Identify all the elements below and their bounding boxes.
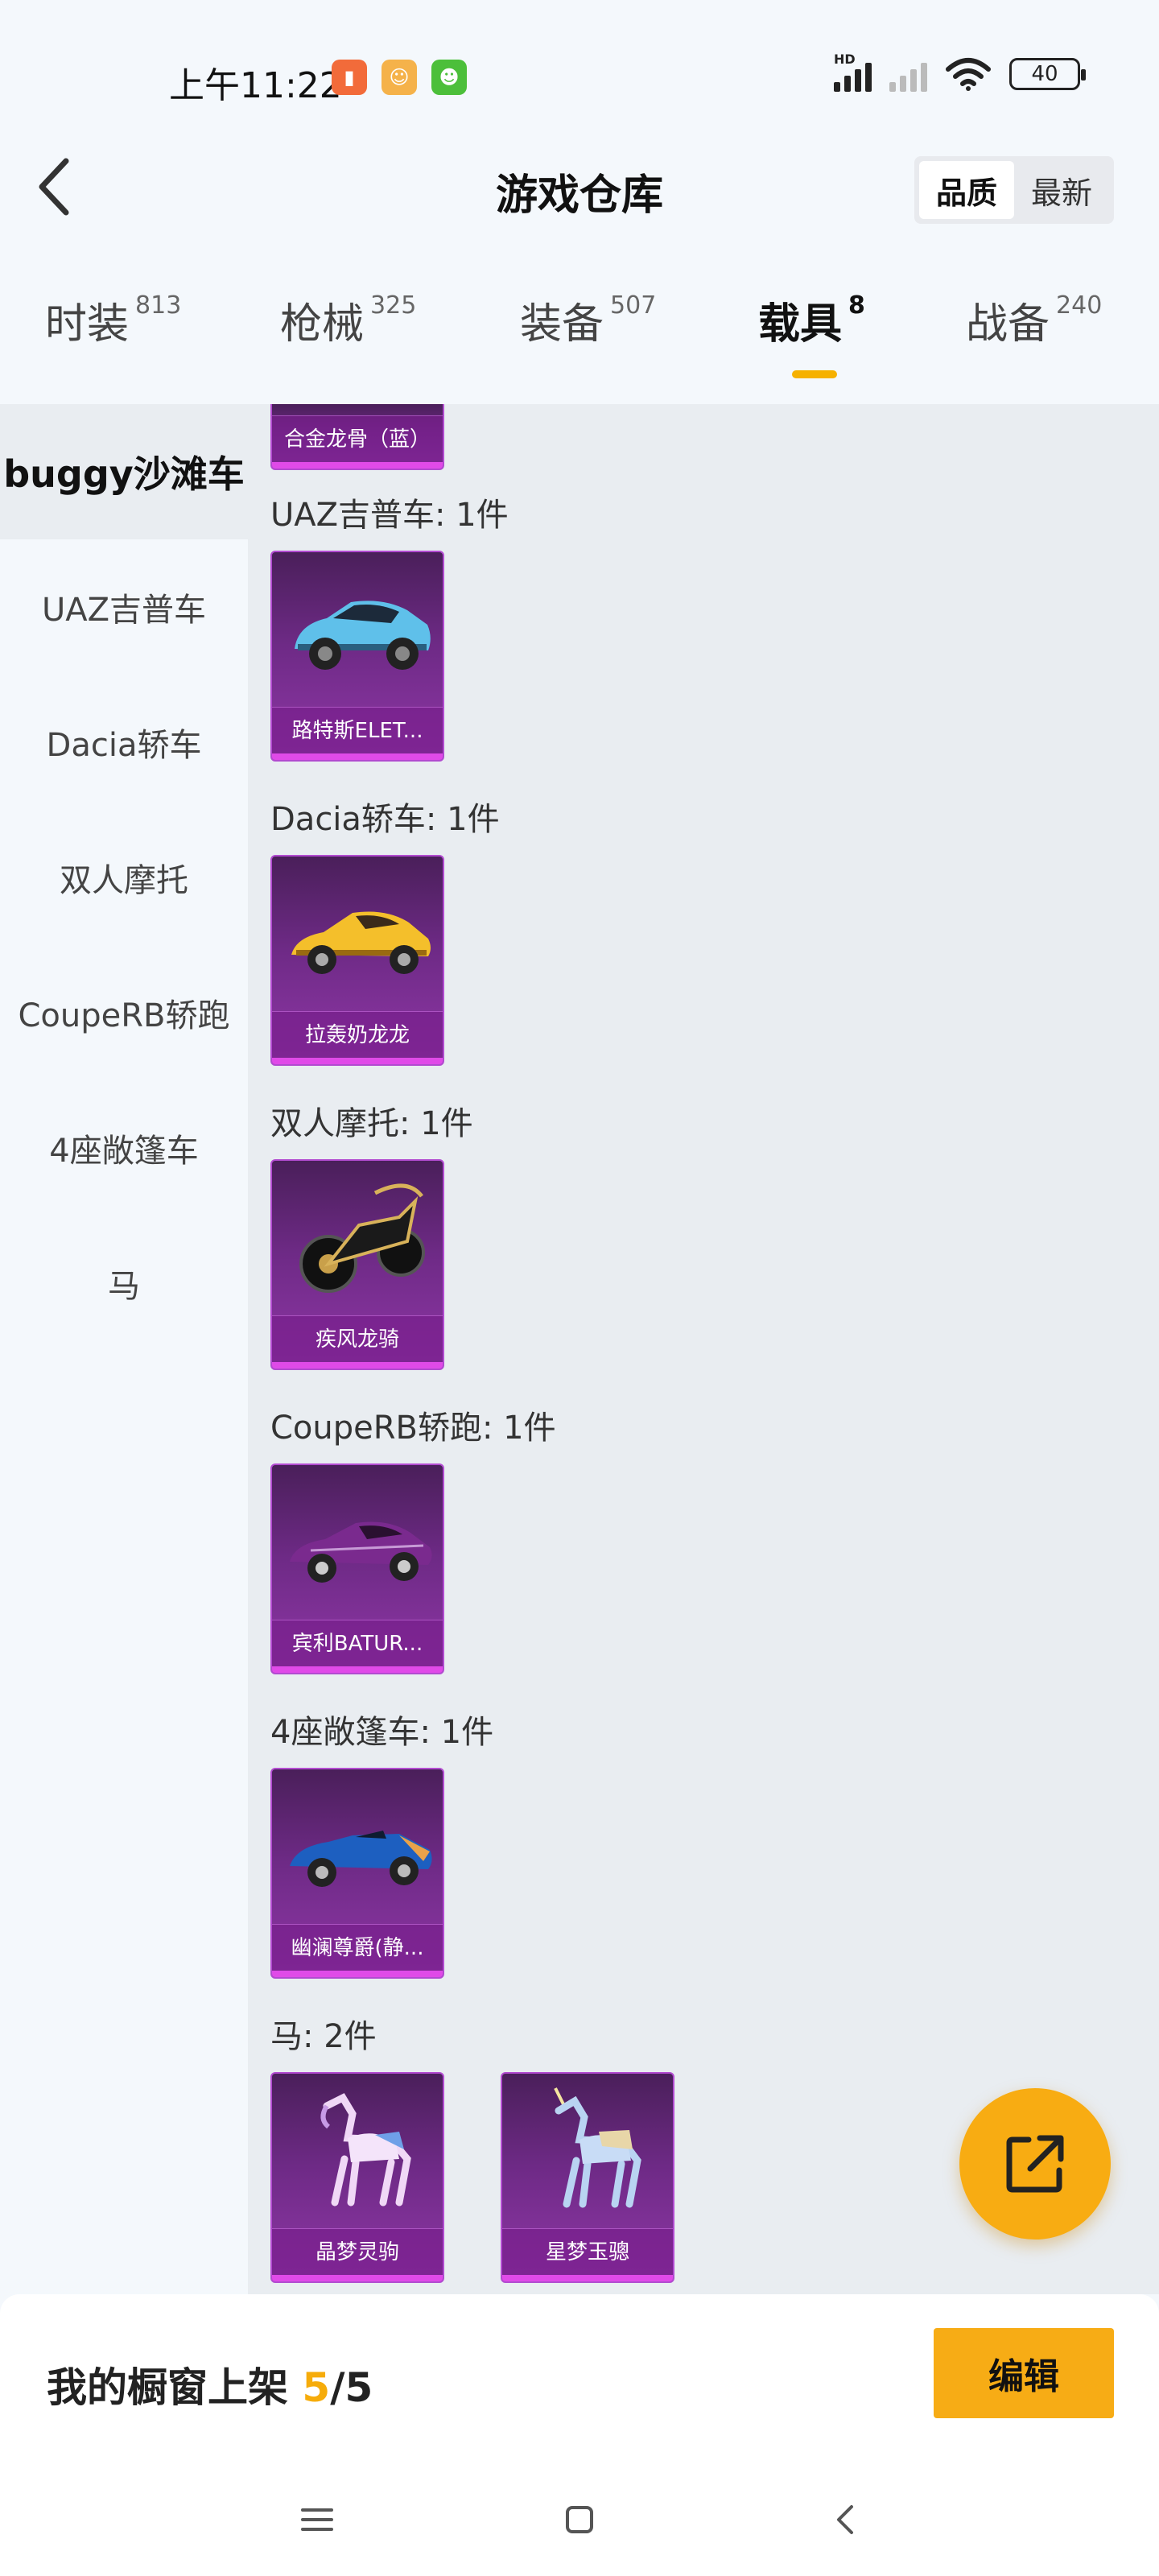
category-tabs: 时装 813 枪械 325 装备 507 载具 8 战备 240 — [0, 290, 1159, 386]
edit-button[interactable]: 编辑 — [934, 2328, 1114, 2418]
group-title: 4座敞篷车: 1件 — [270, 1714, 494, 1751]
showcase-separator: / — [330, 2364, 345, 2411]
showcase-label: 我的橱窗上架 — [47, 2364, 303, 2411]
signal-no-service-icon — [889, 56, 927, 92]
tab-weapons[interactable]: 枪械 325 — [280, 290, 416, 350]
sort-quality-option[interactable]: 品质 — [919, 161, 1014, 219]
showcase-total-count: 5 — [344, 2364, 373, 2411]
sidebar-item-coupe[interactable]: CoupeRB轿跑 — [0, 945, 248, 1080]
vehicle-group-horse: 马: 2件 晶梦灵驹 星梦玉骢 — [270, 2013, 674, 2283]
crystal-horse-icon — [320, 2093, 411, 2207]
vehicle-name: 幽澜尊爵(静... — [272, 1924, 443, 1971]
sort-newest-option[interactable]: 最新 — [1014, 161, 1109, 219]
signal-icon: HD — [834, 52, 872, 92]
tab-count: 507 — [610, 291, 657, 320]
tab-count: 240 — [1056, 291, 1103, 320]
external-link-icon — [1006, 2135, 1064, 2193]
back-nav-button[interactable] — [813, 2487, 877, 2552]
tab-label: 载具 — [758, 300, 843, 349]
group-title: 马: 2件 — [270, 2018, 377, 2055]
status-time: 上午11:22 — [169, 65, 342, 106]
system-nav-bar — [0, 2463, 1159, 2576]
vehicle-card[interactable]: 路特斯ELET... — [270, 551, 444, 762]
vehicle-group-buggy: 合金龙骨（蓝） — [270, 404, 444, 470]
showcase-status: 我的橱窗上架 5/5 — [47, 2355, 373, 2413]
motorcycle-icon — [299, 1183, 425, 1293]
tab-count: 813 — [135, 291, 182, 320]
showcase-current-count: 5 — [302, 2364, 331, 2411]
wifi-icon — [946, 58, 991, 91]
vehicle-name: 宾利BATUR... — [272, 1620, 443, 1666]
android-app-icon: ☻ — [431, 60, 467, 95]
status-indicators: HD 40 — [834, 52, 1086, 92]
hamburger-icon — [301, 2508, 333, 2531]
tab-supplies[interactable]: 战备 240 — [966, 290, 1102, 350]
yellow-sports-car-icon — [291, 911, 431, 974]
sidebar-item-uaz[interactable]: UAZ吉普车 — [0, 539, 248, 675]
vehicle-name: 星梦玉骢 — [502, 2228, 673, 2275]
battery-icon: 40 — [1009, 58, 1086, 90]
vehicle-group-motorbike: 双人摩托: 1件 疾风龙骑 — [270, 1100, 473, 1370]
vehicle-card[interactable]: 合金龙骨（蓝） — [270, 404, 444, 470]
share-button[interactable] — [959, 2088, 1111, 2240]
sort-toggle: 品质 最新 — [914, 156, 1114, 224]
vehicle-name: 合金龙骨（蓝） — [272, 415, 443, 462]
tab-label: 时装 — [45, 300, 130, 349]
vehicle-name: 晶梦灵驹 — [272, 2228, 443, 2275]
vehicle-group-dacia: Dacia轿车: 1件 拉轰奶龙龙 — [270, 795, 500, 1066]
vehicle-group-coupe: CoupeRB轿跑: 1件 宾利BATUR... — [270, 1404, 556, 1674]
sidebar-item-dacia[interactable]: Dacia轿车 — [0, 675, 248, 810]
suv-car-icon — [295, 601, 431, 670]
vehicle-card[interactable]: 拉轰奶龙龙 — [270, 855, 444, 1066]
status-app-icons: ▮ ☺ ☻ — [332, 60, 467, 95]
sidebar-item-motorbike[interactable]: 双人摩托 — [0, 810, 248, 945]
sidebar-item-horse[interactable]: 马 — [0, 1216, 248, 1351]
showcase-bar: 我的橱窗上架 5/5 编辑 — [0, 2294, 1159, 2463]
vehicle-card[interactable]: 晶梦灵驹 — [270, 2072, 444, 2283]
home-nav-button[interactable] — [547, 2487, 612, 2552]
sidebar-item-buggy[interactable]: buggy沙滩车 — [0, 404, 248, 539]
tab-label: 战备 — [966, 300, 1050, 349]
vehicle-list: 合金龙骨（蓝） UAZ吉普车: 1件 路特斯ELET... Dacia轿车: 1… — [248, 404, 1159, 2294]
tab-label: 枪械 — [280, 300, 365, 349]
vehicle-card[interactable]: 疾风龙骑 — [270, 1159, 444, 1370]
battery-level: 40 — [1031, 62, 1058, 86]
vehicle-card[interactable]: 幽澜尊爵(静... — [270, 1768, 444, 1979]
vehicle-group-convertible: 4座敞篷车: 1件 幽澜尊爵(静... — [270, 1708, 493, 1979]
vehicle-name: 拉轰奶龙龙 — [272, 1011, 443, 1058]
vehicle-name: 路特斯ELET... — [272, 707, 443, 753]
mascot-app-icon: ☺ — [382, 60, 417, 95]
coupe-car-icon — [290, 1521, 432, 1583]
sidebar-item-convertible[interactable]: 4座敞篷车 — [0, 1080, 248, 1216]
tab-label: 装备 — [520, 300, 604, 349]
back-triangle-icon — [837, 2505, 853, 2534]
unicorn-horse-icon — [554, 2087, 641, 2208]
group-title: CoupeRB轿跑: 1件 — [270, 1410, 556, 1447]
menu-nav-button[interactable] — [285, 2487, 349, 2552]
group-title: Dacia轿车: 1件 — [270, 801, 500, 838]
tab-count: 325 — [370, 291, 417, 320]
tab-vehicles[interactable]: 载具 8 — [758, 290, 865, 350]
convertible-car-icon — [290, 1831, 432, 1887]
vehicle-card[interactable]: 星梦玉骢 — [501, 2072, 674, 2283]
tab-equipment[interactable]: 装备 507 — [520, 290, 656, 350]
tab-fashion[interactable]: 时装 813 — [45, 290, 181, 350]
vehicle-category-sidebar: buggy沙滩车 UAZ吉普车 Dacia轿车 双人摩托 CoupeRB轿跑 4… — [0, 404, 248, 2294]
notification-app-icon: ▮ — [332, 60, 367, 95]
group-title: 双人摩托: 1件 — [270, 1105, 473, 1142]
vehicle-name: 疾风龙骑 — [272, 1315, 443, 1362]
group-title: UAZ吉普车: 1件 — [270, 497, 509, 534]
status-bar: 上午11:22 ▮ ☺ ☻ HD 40 — [0, 0, 1159, 153]
active-tab-indicator — [792, 370, 837, 378]
tab-count: 8 — [848, 291, 865, 320]
home-square-icon — [566, 2506, 593, 2533]
vehicle-group-uaz: UAZ吉普车: 1件 路特斯ELET... — [270, 491, 509, 762]
vehicle-card[interactable]: 宾利BATUR... — [270, 1463, 444, 1674]
